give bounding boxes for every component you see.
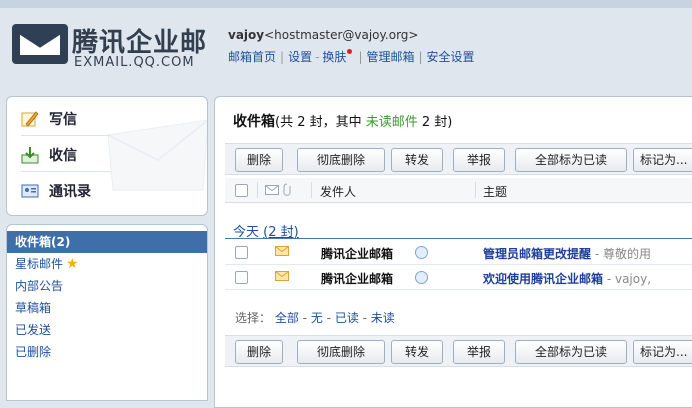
write-label: 写信 [49,112,77,128]
delete-button[interactable]: 删除 [235,340,283,364]
selection-label: 选择： [235,311,272,325]
folder-drafts[interactable]: 草稿箱 [7,297,207,319]
delete-button[interactable]: 删除 [235,148,283,172]
receive-label: 收信 [49,148,77,164]
top-strip [0,0,692,8]
unread-envelope-icon [275,271,289,281]
group-divider [225,238,692,239]
envelope-decoration-icon [107,119,207,191]
select-all-link[interactable]: 全部 [275,311,299,325]
compose-panel: 写信 收信 通讯录 [6,96,208,216]
delete-forever-button[interactable]: 彻底删除 [297,340,385,364]
selection-bar: 选择： 全部 - 无 - 已读 - 未读 [235,311,395,325]
select-none-link[interactable]: 无 [311,311,323,325]
folder-deleted[interactable]: 已删除 [7,341,207,363]
logo-text-en: EXMAIL.QQ.COM [74,55,195,70]
mail-subject-title: 欢迎使用腾讯企业邮箱 [483,272,604,286]
mail-row[interactable]: 腾讯企业邮箱 管理员邮箱更改提醒 - 尊敬的用 [225,240,692,265]
select-all-checkbox[interactable] [235,184,248,197]
inbox-count-suffix: 2 封) [417,115,453,130]
mail-subject: 欢迎使用腾讯企业邮箱 - vajoy, [483,270,651,287]
inbox-download-icon [21,147,39,164]
write-mail-button[interactable]: 写信 [21,107,111,136]
folder-list: 收件箱(2) 星标邮件 ★ 内部公告 草稿箱 已发送 已删除 [6,224,208,401]
toolbar-bottom: 删除 彻底删除 转发 举报 全部标为已读 标记为... [225,335,692,367]
user-email: <hostmaster@vajoy.org> [264,28,419,42]
receive-mail-button[interactable]: 收信 [21,143,111,172]
inbox-title-label: 收件箱 [233,114,275,130]
mark-as-dropdown[interactable]: 标记为... [633,340,692,364]
folder-sent[interactable]: 已发送 [7,319,207,341]
user-line: vajoy<hostmaster@vajoy.org> [228,28,418,42]
contacts-button[interactable]: 通讯录 [21,179,91,203]
row-checkbox[interactable] [235,271,248,284]
user-name: vajoy [228,28,265,42]
folder-announcements[interactable]: 内部公告 [7,275,207,297]
mail-row[interactable]: 腾讯企业邮箱 欢迎使用腾讯企业邮箱 - vajoy, [225,265,692,290]
contacts-label: 通讯录 [49,184,91,200]
report-button[interactable]: 举报 [453,148,505,172]
delete-forever-button[interactable]: 彻底删除 [297,148,385,172]
inbox-title: 收件箱(共 2 封，其中 未读邮件 2 封) [233,111,452,131]
folder-starred-label: 星标邮件 [15,257,64,271]
mail-preview: - vajoy, [603,272,652,286]
exmail-logo[interactable]: 腾讯企业邮 EXMAIL.QQ.COM [12,22,212,72]
pencil-icon [21,111,39,127]
star-icon: ★ [66,256,79,272]
new-dot-icon [347,49,353,54]
mail-sender: 腾讯企业邮箱 [321,272,394,286]
folder-starred[interactable]: 星标邮件 ★ [7,253,207,275]
mail-preview: - 尊敬的用 [591,247,651,261]
attachment-column-icon [283,183,291,196]
select-read-link[interactable]: 已读 [335,311,359,325]
top-links: 邮箱首页 | 设置 - 换肤 | 管理邮箱 | 安全设置 [228,49,475,64]
mail-list-panel: 收件箱(共 2 封，其中 未读邮件 2 封) 删除 彻底删除 转发 举报 全部标… [214,96,692,408]
envelope-logo-icon [12,24,68,64]
select-unread-link[interactable]: 未读 [371,311,395,325]
unread-link[interactable]: 未读邮件 [366,115,418,130]
sender-column-header[interactable]: 发件人 [320,183,356,200]
toolbar-top: 删除 彻底删除 转发 举报 全部标为已读 标记为... [225,143,692,175]
subject-column-header[interactable]: 主题 [483,183,507,200]
inbox-count-prefix: (共 2 封，其中 [275,115,366,130]
mail-sender: 腾讯企业邮箱 [321,247,394,261]
folder-inbox[interactable]: 收件箱(2) [7,231,207,253]
link-skin[interactable]: 换肤 [322,50,346,64]
link-security[interactable]: 安全设置 [427,50,475,64]
mark-all-read-button[interactable]: 全部标为已读 [515,148,627,172]
row-checkbox[interactable] [235,246,248,259]
link-manage-mailbox[interactable]: 管理邮箱 [366,50,414,64]
link-mail-home[interactable]: 邮箱首页 [228,50,276,64]
mail-subject: 管理员邮箱更改提醒 - 尊敬的用 [483,245,651,262]
report-button[interactable]: 举报 [453,340,505,364]
forward-button[interactable]: 转发 [391,148,443,172]
column-header: 发件人 主题 [225,178,692,203]
link-settings[interactable]: 设置 [288,50,312,64]
mark-as-dropdown[interactable]: 标记为... [633,148,692,172]
contact-card-icon [21,184,39,198]
verified-seal-icon [415,271,428,284]
verified-seal-icon [415,246,428,259]
unread-envelope-icon [275,246,289,256]
envelope-column-icon [265,185,279,195]
mail-subject-title: 管理员邮箱更改提醒 [483,247,592,261]
logo-text-cn: 腾讯企业邮 [72,28,208,58]
forward-button[interactable]: 转发 [391,340,443,364]
mark-all-read-button[interactable]: 全部标为已读 [515,340,627,364]
